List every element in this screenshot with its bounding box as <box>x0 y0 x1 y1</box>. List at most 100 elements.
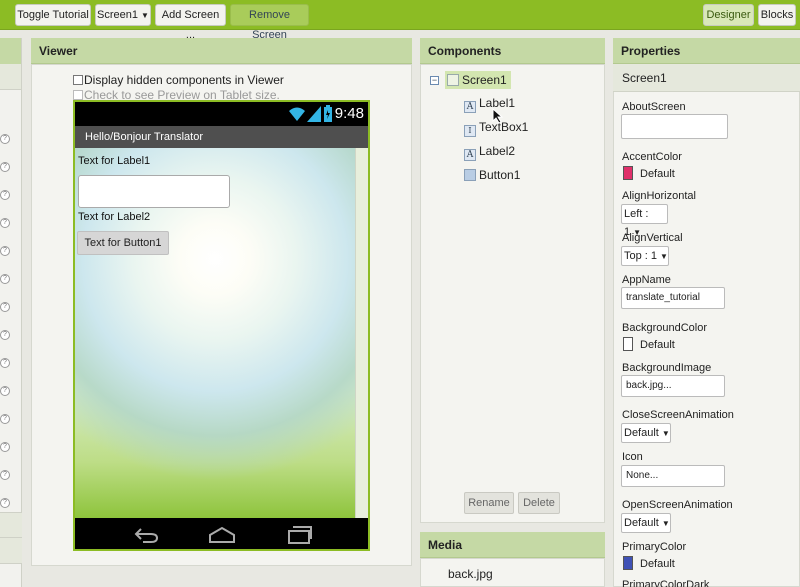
help-icon[interactable]: ? <box>0 134 10 144</box>
tree-item-button1[interactable]: Button1 <box>464 168 520 182</box>
help-icon[interactable]: ? <box>0 162 10 172</box>
checkbox-box[interactable] <box>73 75 83 85</box>
prop-label-align-vertical: AlignVertical <box>622 232 683 244</box>
palette-panel: ? ? ? ? ? ? ? ? ? ? ? ? ? ? <box>0 38 22 587</box>
palette-section-divider <box>0 512 22 538</box>
help-icon[interactable]: ? <box>0 246 10 256</box>
signal-icon <box>307 106 321 122</box>
palette-search[interactable] <box>0 64 21 90</box>
prop-label-app-name: AppName <box>622 274 671 286</box>
prop-label-open-screen-animation: OpenScreenAnimation <box>622 499 733 511</box>
rename-button[interactable]: Rename <box>464 492 514 514</box>
color-swatch <box>623 556 633 570</box>
home-icon[interactable] <box>208 526 236 544</box>
label-icon: A <box>464 149 476 161</box>
phone-scrollbar[interactable] <box>355 148 368 518</box>
media-header: Media <box>420 532 605 558</box>
tree-item-label1[interactable]: A Label1 <box>464 96 515 113</box>
phone-status-bar: 9:48 <box>75 102 368 126</box>
button-icon <box>464 169 476 181</box>
add-screen-button[interactable]: Add Screen ... <box>155 4 226 41</box>
help-icon[interactable]: ? <box>0 386 10 396</box>
textbox1-preview[interactable] <box>78 175 230 208</box>
select-value: Default <box>624 427 659 439</box>
help-icon[interactable]: ? <box>0 470 10 480</box>
help-icon[interactable]: ? <box>0 414 10 424</box>
label2-preview[interactable]: Text for Label2 <box>78 211 150 223</box>
textbox-icon: I <box>464 125 476 137</box>
background-color-picker[interactable]: Default <box>623 337 675 351</box>
viewer-header: Viewer <box>31 38 412 64</box>
screen-background-image: Text for Label1 Text for Label2 Text for… <box>75 148 355 518</box>
tree-item-label: Button1 <box>479 168 521 182</box>
help-icon[interactable]: ? <box>0 358 10 368</box>
tree-item-label: Screen1 <box>462 73 507 87</box>
help-icon[interactable]: ? <box>0 302 10 312</box>
primary-color-value: Default <box>640 558 675 570</box>
prop-label-primary-color: PrimaryColor <box>622 541 687 553</box>
chevron-down-icon: ▼ <box>141 11 149 20</box>
screen-select-dropdown[interactable]: Screen1 ▼ <box>95 4 151 26</box>
phone-app-title: Hello/Bonjour Translator <box>75 126 368 148</box>
checkbox-box[interactable] <box>73 90 83 100</box>
background-color-value: Default <box>640 339 675 351</box>
label1-preview[interactable]: Text for Label1 <box>78 155 150 167</box>
primary-color-picker[interactable]: Default <box>623 556 675 570</box>
display-hidden-checkbox[interactable]: Display hidden components in Viewer <box>73 73 284 87</box>
properties-header: Properties <box>613 38 800 64</box>
close-screen-animation-select[interactable]: Default ▼ <box>621 423 671 443</box>
help-icon[interactable]: ? <box>0 330 10 340</box>
tree-item-label2[interactable]: A Label2 <box>464 144 515 161</box>
icon-picker[interactable]: None... <box>621 465 725 487</box>
wifi-icon <box>289 107 305 121</box>
prop-label-primary-color-dark: PrimaryColorDark <box>622 579 710 587</box>
display-hidden-label: Display hidden components in Viewer <box>84 73 284 87</box>
chevron-down-icon: ▼ <box>661 429 670 438</box>
accent-color-value: Default <box>640 168 675 180</box>
select-value: Default <box>624 517 659 529</box>
app-name-input[interactable]: translate_tutorial <box>621 287 725 309</box>
open-screen-animation-select[interactable]: Default ▼ <box>621 513 671 533</box>
blocks-button[interactable]: Blocks <box>758 4 796 26</box>
toggle-tutorial-button[interactable]: Toggle Tutorial <box>15 4 91 26</box>
screen-icon <box>447 74 459 86</box>
chevron-down-icon: ▼ <box>660 252 668 261</box>
help-icon[interactable]: ? <box>0 218 10 228</box>
top-toolbar: Toggle Tutorial Screen1 ▼ Add Screen ... … <box>0 0 800 41</box>
prop-label-accent-color: AccentColor <box>622 151 682 163</box>
select-value: Top : 1 <box>624 250 658 262</box>
phone-nav-bar <box>75 518 368 549</box>
media-panel: back.jpg <box>420 558 605 587</box>
screen-select-label: Screen1 <box>97 9 139 21</box>
media-file-item[interactable]: back.jpg <box>448 567 493 581</box>
collapse-toggle-icon[interactable]: − <box>430 76 439 85</box>
help-icon[interactable]: ? <box>0 190 10 200</box>
prop-label-about-screen: AboutScreen <box>622 101 686 113</box>
label-icon: A <box>464 101 476 113</box>
accent-color-picker[interactable]: Default <box>623 166 675 180</box>
help-icon[interactable]: ? <box>0 274 10 284</box>
align-vertical-select[interactable]: Top : 1 ▼ <box>621 246 669 266</box>
color-swatch <box>623 337 633 351</box>
phone-preview: 9:48 Hello/Bonjour Translator Text for L… <box>73 100 370 551</box>
status-time: 9:48 <box>334 105 364 122</box>
remove-screen-button[interactable]: Remove Screen <box>230 4 309 41</box>
delete-button[interactable]: Delete <box>518 492 560 514</box>
prop-label-icon: Icon <box>622 451 643 463</box>
palette-header <box>0 38 21 64</box>
components-header: Components <box>420 38 605 64</box>
about-screen-textarea[interactable] <box>621 114 728 139</box>
mouse-cursor-icon <box>492 108 504 124</box>
battery-icon <box>324 105 332 122</box>
background-image-picker[interactable]: back.jpg... <box>621 375 725 397</box>
recents-icon[interactable] <box>287 525 313 545</box>
align-horizontal-select[interactable]: Left : 1 ▼ <box>621 204 668 238</box>
tree-item-screen1[interactable]: Screen1 <box>445 71 511 89</box>
tree-item-label: Label2 <box>479 144 516 158</box>
help-icon[interactable]: ? <box>0 442 10 452</box>
designer-button[interactable]: Designer <box>703 4 754 26</box>
palette-section-divider <box>0 538 22 564</box>
help-icon[interactable]: ? <box>0 498 10 508</box>
back-icon[interactable] <box>133 526 159 544</box>
button1-preview[interactable]: Text for Button1 <box>77 231 169 255</box>
